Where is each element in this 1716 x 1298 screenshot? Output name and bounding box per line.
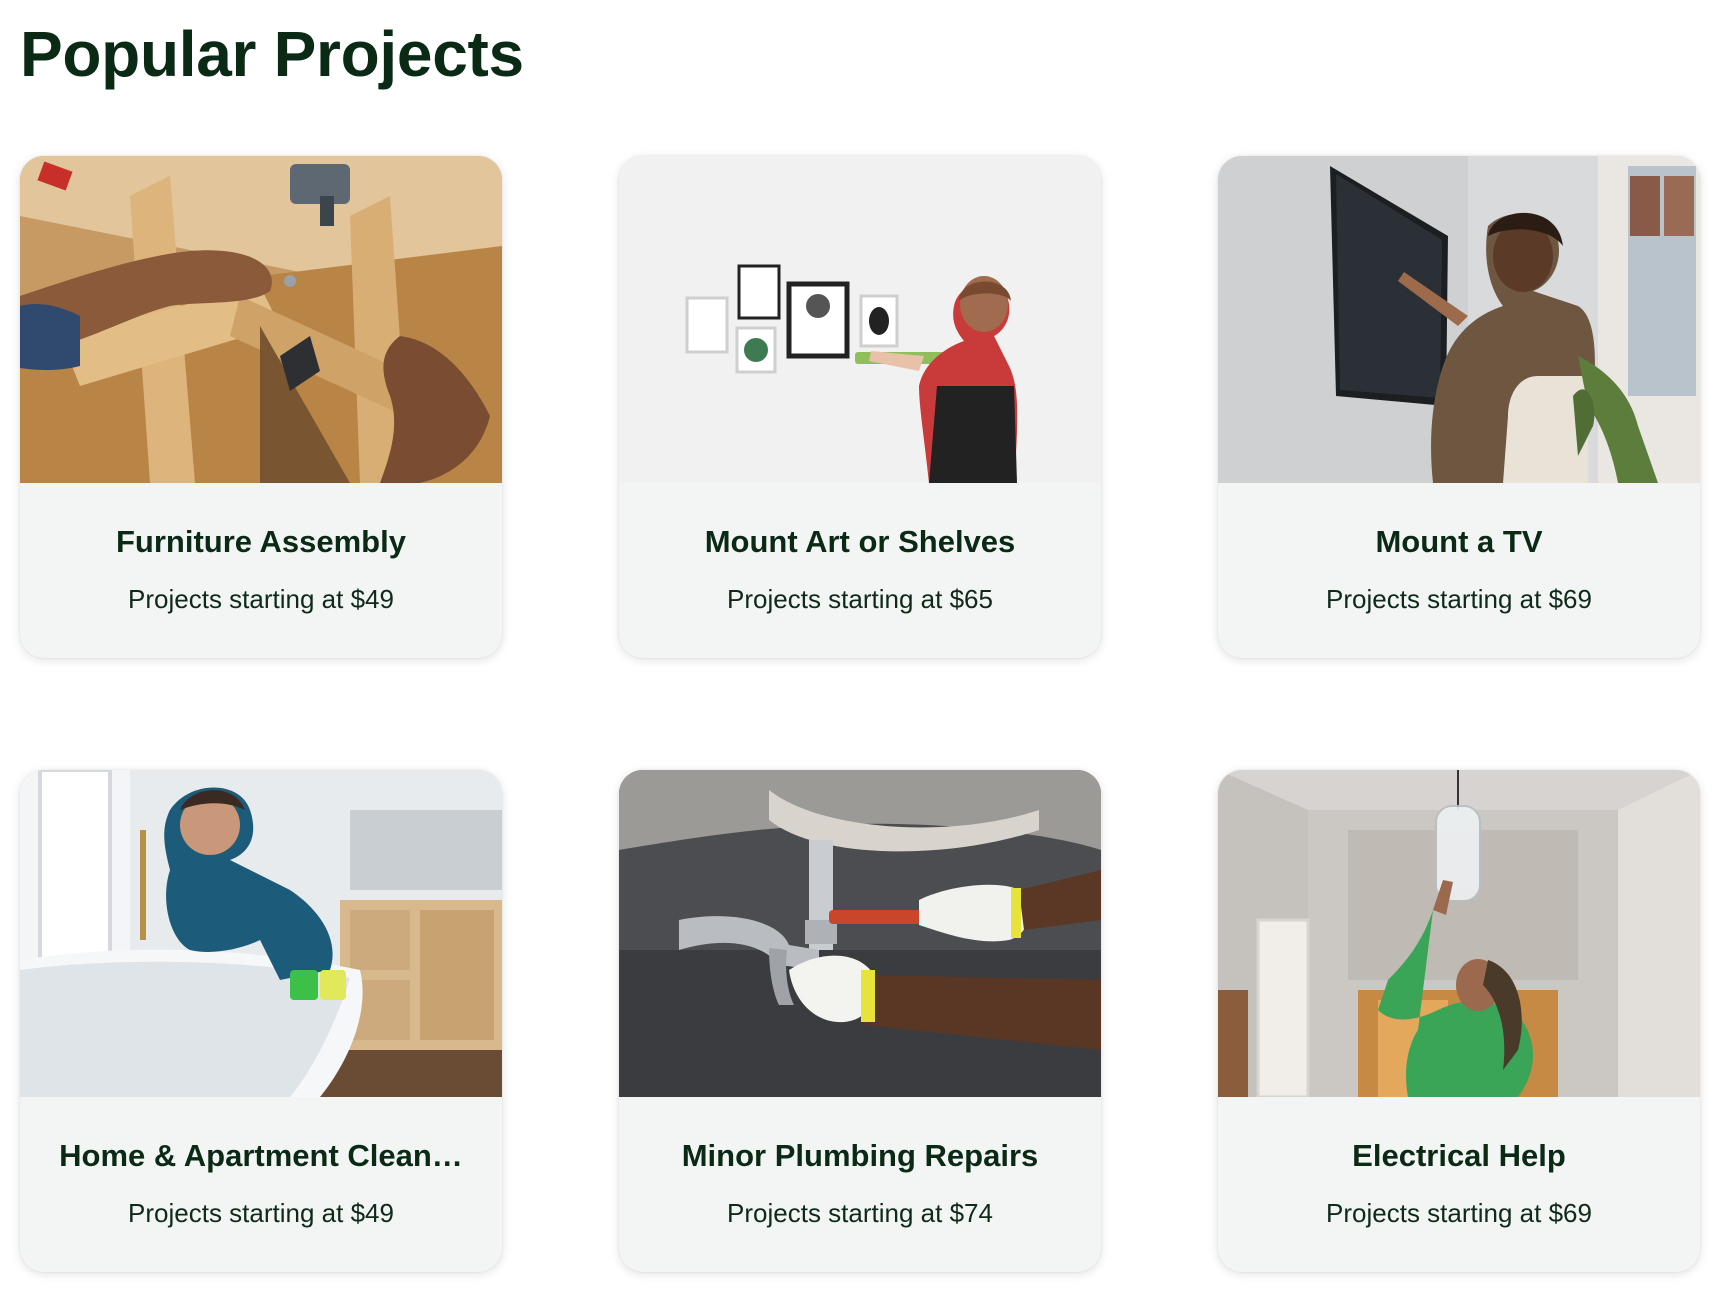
project-image-furniture-assembly (20, 156, 502, 483)
project-card-electrical-help[interactable]: Electrical Help Projects starting at $69 (1218, 770, 1700, 1272)
plumbing-photo (619, 770, 1101, 1097)
furniture-assembly-photo (20, 156, 502, 483)
project-title[interactable]: Minor Plumbing Repairs (619, 1097, 1101, 1175)
card-body: Mount a TV Projects starting at $69 (1218, 483, 1700, 658)
project-card-home-apartment-cleaning[interactable]: Home & Apartment Clean… Projects startin… (20, 770, 502, 1272)
project-card-minor-plumbing-repairs[interactable]: Minor Plumbing Repairs Projects starting… (619, 770, 1101, 1272)
electrical-photo (1218, 770, 1700, 1097)
card-body: Home & Apartment Clean… Projects startin… (20, 1097, 502, 1272)
project-image-cleaning (20, 770, 502, 1097)
project-price: Projects starting at $69 (1326, 584, 1592, 614)
card-body: Mount Art or Shelves Projects starting a… (619, 483, 1101, 658)
project-image-mount-art (619, 156, 1101, 483)
project-price: Projects starting at $49 (128, 1198, 394, 1228)
project-price: Projects starting at $65 (727, 584, 993, 614)
project-card-mount-art-or-shelves[interactable]: Mount Art or Shelves Projects starting a… (619, 156, 1101, 658)
card-body: Electrical Help Projects starting at $69 (1218, 1097, 1700, 1272)
project-title[interactable]: Mount a TV (1218, 483, 1700, 561)
page-title: Popular Projects (20, 18, 524, 90)
projects-grid: Furniture Assembly Projects starting at … (20, 156, 1700, 1272)
project-title[interactable]: Furniture Assembly (20, 483, 502, 561)
project-image-plumbing (619, 770, 1101, 1097)
mount-tv-photo (1218, 156, 1700, 483)
project-card-mount-a-tv[interactable]: Mount a TV Projects starting at $69 (1218, 156, 1700, 658)
cleaning-photo (20, 770, 502, 1097)
project-image-electrical (1218, 770, 1700, 1097)
card-body: Minor Plumbing Repairs Projects starting… (619, 1097, 1101, 1272)
card-body: Furniture Assembly Projects starting at … (20, 483, 502, 658)
project-title[interactable]: Electrical Help (1218, 1097, 1700, 1175)
project-title[interactable]: Home & Apartment Clean… (20, 1097, 502, 1175)
project-price: Projects starting at $74 (727, 1198, 993, 1228)
project-price: Projects starting at $49 (128, 584, 394, 614)
project-title[interactable]: Mount Art or Shelves (619, 483, 1101, 561)
project-image-mount-tv (1218, 156, 1700, 483)
mount-art-photo (619, 156, 1101, 483)
project-card-furniture-assembly[interactable]: Furniture Assembly Projects starting at … (20, 156, 502, 658)
project-price: Projects starting at $69 (1326, 1198, 1592, 1228)
